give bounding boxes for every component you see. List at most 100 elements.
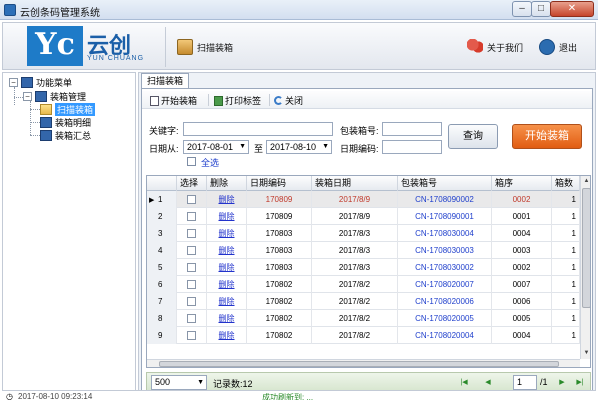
row-select-checkbox[interactable] <box>187 246 196 256</box>
current-page-input[interactable]: 1 <box>513 375 537 390</box>
delete-link[interactable]: 删除 <box>207 293 247 310</box>
date-code-input[interactable] <box>382 140 442 154</box>
row-select-checkbox[interactable] <box>187 280 196 290</box>
date-from-value: 2017-08-01 <box>187 142 234 152</box>
next-page-icon[interactable]: ▶ <box>557 377 567 388</box>
date-from-picker[interactable]: 2017-08-01 ▼ <box>183 140 249 154</box>
minimize-button[interactable]: – <box>512 1 532 17</box>
col-delete[interactable]: 删除 <box>207 176 247 191</box>
table-row[interactable]: 4 删除 170803 2017/8/3 CN-1708030003 0003 1 <box>147 242 580 259</box>
delete-link[interactable]: 删除 <box>207 259 247 276</box>
row-select-checkbox[interactable] <box>187 195 196 205</box>
scan-pack-toolbar-button[interactable]: 扫描装箱 <box>177 37 233 57</box>
maximize-button[interactable]: □ <box>531 1 551 17</box>
status-message: 成功刷新到: ... <box>262 393 314 400</box>
keyword-input[interactable] <box>183 122 333 136</box>
new-document-icon <box>150 95 159 106</box>
box-no-input[interactable] <box>382 122 442 136</box>
cell-seq: 0004 <box>492 327 552 344</box>
vertical-scrollbar[interactable]: ▲ ▼ <box>580 176 590 359</box>
table-row[interactable]: ▶ 1 删除 170809 2017/8/9 CN-1708090002 0002 1 <box>147 191 580 208</box>
about-us-button[interactable]: 关于我们 <box>467 37 523 57</box>
table-row[interactable]: 6 删除 170802 2017/8/2 CN-1708020007 0007 1 <box>147 276 580 293</box>
date-to-picker[interactable]: 2017-08-10 ▼ <box>266 140 332 154</box>
cell-seq: 0002 <box>492 191 552 208</box>
tree-item-pack-detail[interactable]: 装箱明细 <box>40 116 91 129</box>
exit-button[interactable]: 退出 <box>539 37 577 57</box>
status-time: 2017-08-10 09:23:14 <box>18 392 93 400</box>
cell-code: 170803 <box>247 242 312 259</box>
tree-line <box>30 109 40 110</box>
col-select[interactable]: 选择 <box>177 176 207 191</box>
col-box-no[interactable]: 包装箱号 <box>398 176 492 191</box>
delete-link[interactable]: 删除 <box>207 310 247 327</box>
table-row[interactable]: 7 删除 170802 2017/8/2 CN-1708020006 0006 1 <box>147 293 580 310</box>
logo: Yc 云创 YUN CHUANG <box>27 26 157 66</box>
delete-link[interactable]: 删除 <box>207 208 247 225</box>
select-all-label[interactable]: 全选 <box>201 156 219 169</box>
tab-scan-pack[interactable]: 扫描装箱 <box>141 73 189 89</box>
packing-grid: 选择 删除 日期编码 装箱日期 包装箱号 箱序 箱数 ▶ 1 删除 170809 201… <box>146 175 591 368</box>
row-number: 7 <box>147 293 177 310</box>
table-row[interactable]: 5 删除 170803 2017/8/3 CN-1708030002 0002 1 <box>147 259 580 276</box>
delete-link[interactable]: 删除 <box>207 191 247 208</box>
scroll-thumb[interactable] <box>582 188 590 308</box>
query-button[interactable]: 查询 <box>448 124 498 149</box>
start-pack-button[interactable]: 开始装箱 <box>150 94 197 107</box>
row-select-checkbox[interactable] <box>187 297 196 307</box>
box-no-label: 包装箱号: <box>340 126 379 136</box>
first-page-icon[interactable]: |◀ <box>459 377 469 388</box>
delete-link[interactable]: 删除 <box>207 225 247 242</box>
row-select-checkbox[interactable] <box>187 331 196 341</box>
start-pack-label: 开始装箱 <box>161 96 198 106</box>
tree-line <box>30 101 31 135</box>
table-row[interactable]: 8 删除 170802 2017/8/2 CN-1708020005 0005 1 <box>147 310 580 327</box>
tree-root-label: 功能菜单 <box>36 78 73 88</box>
cell-code: 170802 <box>247 276 312 293</box>
row-select-checkbox[interactable] <box>187 263 196 273</box>
delete-link[interactable]: 删除 <box>207 276 247 293</box>
select-all-checkbox[interactable] <box>187 157 196 166</box>
collapse-icon[interactable]: − <box>23 92 32 101</box>
scroll-down-icon[interactable]: ▼ <box>581 348 590 359</box>
row-select-cell <box>177 191 207 208</box>
h-scroll-thumb[interactable] <box>159 361 559 367</box>
row-select-checkbox[interactable] <box>187 229 196 239</box>
date-code-label: 日期编码: <box>340 144 379 154</box>
collapse-icon[interactable]: − <box>9 78 18 87</box>
table-row[interactable]: 2 删除 170809 2017/8/9 CN-1708090001 0001 1 <box>147 208 580 225</box>
table-row[interactable]: 9 删除 170802 2017/8/2 CN-1708020004 0004 1 <box>147 327 580 344</box>
col-seq[interactable]: 箱序 <box>492 176 552 191</box>
close-tab-button[interactable]: 关闭 <box>274 94 303 107</box>
cell-count: 1 <box>552 310 580 327</box>
horizontal-scrollbar[interactable] <box>147 359 580 367</box>
cell-date: 2017/8/9 <box>312 208 398 225</box>
delete-link[interactable]: 删除 <box>207 327 247 344</box>
prev-page-icon[interactable]: ◀ <box>483 377 493 388</box>
table-row[interactable]: 3 删除 170803 2017/8/3 CN-1708030004 0004 1 <box>147 225 580 242</box>
scroll-up-icon[interactable]: ▲ <box>581 176 590 187</box>
delete-link[interactable]: 删除 <box>207 242 247 259</box>
row-select-cell <box>177 259 207 276</box>
row-number-text: 3 <box>158 229 163 238</box>
book-icon <box>40 130 52 141</box>
print-label-button[interactable]: 打印标签 <box>214 94 261 107</box>
row-select-checkbox[interactable] <box>187 314 196 324</box>
last-page-icon[interactable]: ▶| <box>575 377 585 388</box>
page-size-select[interactable]: 500 ▼ <box>151 375 207 390</box>
tree-item-scan-pack[interactable]: 扫描装箱 <box>40 103 96 116</box>
row-select-checkbox[interactable] <box>187 212 196 222</box>
col-count[interactable]: 箱数 <box>552 176 580 191</box>
start-pack-big-button[interactable]: 开始装箱 <box>512 124 582 149</box>
title-bar: 云创条码管理系统 – □ ✕ <box>0 0 598 20</box>
tree-line <box>14 87 15 105</box>
cell-seq: 0001 <box>492 208 552 225</box>
tree-root-function-menu[interactable]: − 功能菜单 <box>9 76 72 89</box>
col-date-code[interactable]: 日期编码 <box>247 176 312 191</box>
cell-date: 2017/8/3 <box>312 242 398 259</box>
header-divider <box>165 27 166 67</box>
tree-group-packing[interactable]: − 装箱管理 <box>23 90 86 103</box>
col-pack-date[interactable]: 装箱日期 <box>312 176 398 191</box>
tree-item-pack-summary[interactable]: 装箱汇总 <box>40 129 91 142</box>
close-window-button[interactable]: ✕ <box>550 1 594 17</box>
